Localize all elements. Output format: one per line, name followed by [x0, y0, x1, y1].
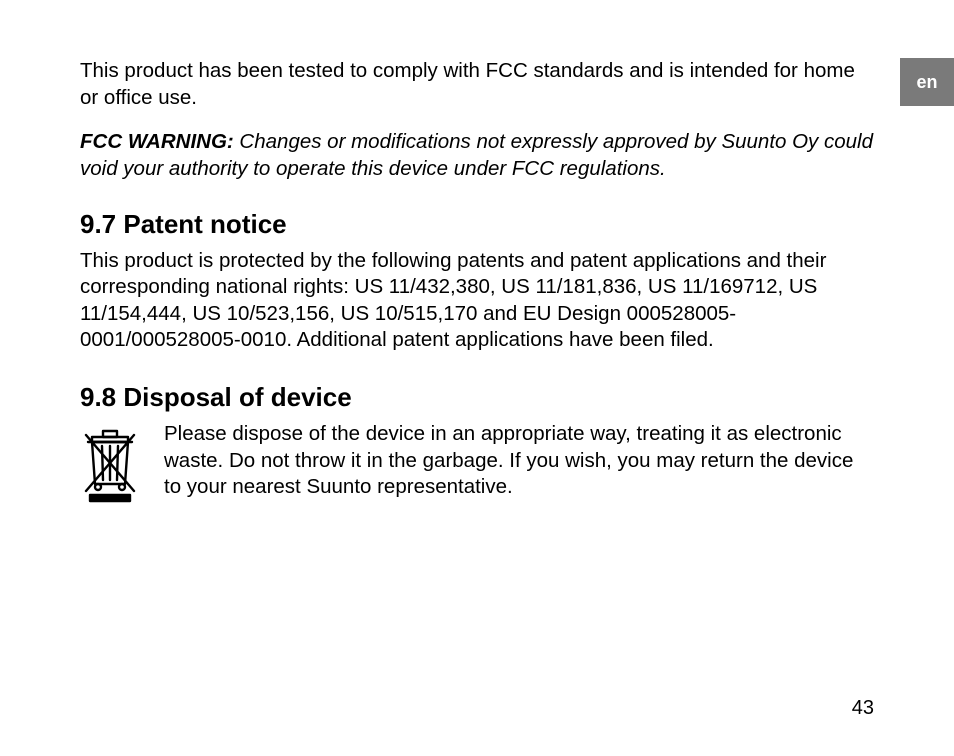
page-number: 43 [852, 697, 874, 720]
section-heading-disposal: 9.8 Disposal of device [80, 382, 874, 413]
disposal-body: Please dispose of the device in an appro… [164, 421, 874, 501]
disposal-row: Please dispose of the device in an appro… [80, 421, 874, 507]
patent-notice-body: This product is protected by the followi… [80, 248, 874, 355]
section-heading-patent-notice: 9.7 Patent notice [80, 209, 874, 240]
fcc-warning-label: FCC WARNING: [80, 130, 234, 153]
weee-crossed-bin-icon [80, 429, 146, 507]
fcc-warning-paragraph: FCC WARNING: Changes or modifications no… [80, 129, 874, 182]
language-tab: en [900, 58, 954, 106]
page-content: This product has been tested to comply w… [0, 0, 954, 507]
fcc-compliance-paragraph: This product has been tested to comply w… [80, 58, 874, 111]
